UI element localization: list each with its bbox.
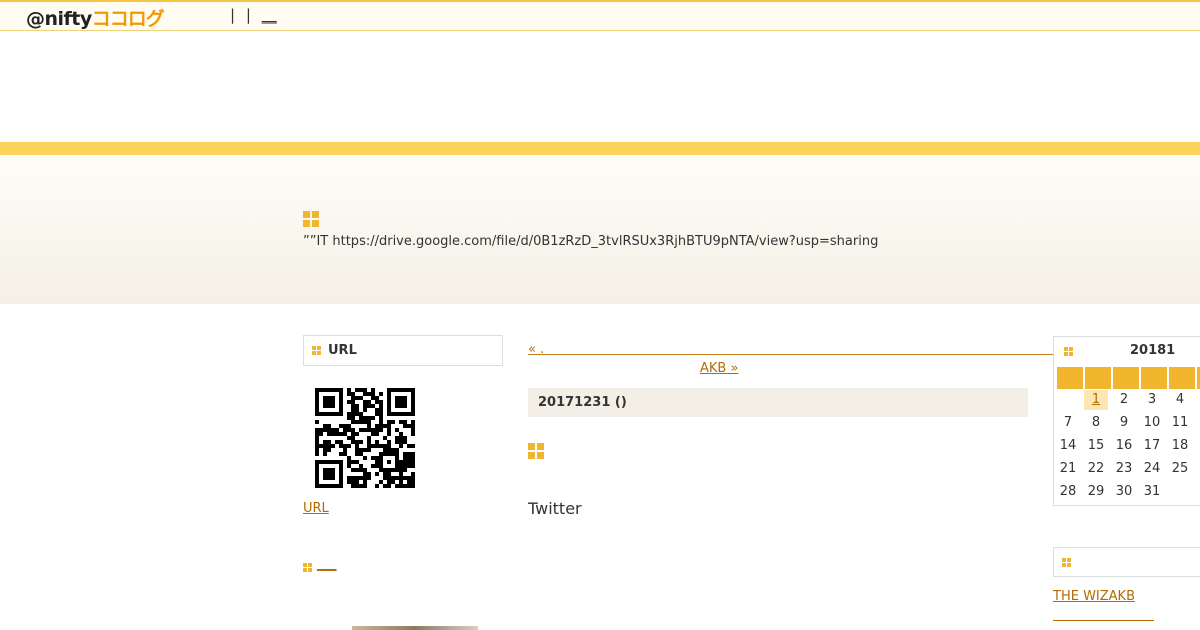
nifty-cocolog-logo[interactable]: @niftyココログ	[26, 4, 165, 30]
calendar-day: 3	[1147, 392, 1157, 407]
calendar-day: 28	[1059, 484, 1077, 499]
weekday-cell	[1057, 367, 1083, 389]
calendar-day[interactable]: 1	[1084, 390, 1108, 410]
sidebar-link[interactable]: ___	[317, 557, 340, 573]
grid-squares-icon	[303, 211, 319, 227]
header-links: | | __	[230, 6, 283, 24]
post-body: Twitter	[528, 499, 582, 518]
url-sidebar-header: URL	[303, 335, 503, 366]
calendar-day: 16	[1115, 438, 1133, 453]
calendar-title: 20181	[1130, 343, 1176, 358]
logo-cocolog: ココログ	[91, 8, 165, 30]
calendar-day: 7	[1063, 415, 1073, 430]
sidebar-image[interactable]	[352, 626, 478, 630]
calendar-day: 4	[1175, 392, 1185, 407]
calendar-day: 22	[1087, 461, 1105, 476]
banner-stripe	[0, 142, 1200, 155]
calendar-day: 18	[1171, 438, 1189, 453]
grid-squares-icon	[312, 346, 321, 355]
calendar-day: 29	[1087, 484, 1105, 499]
calendar-widget: 20181 1 2 3 4 7 8 9 10 11 14 15 16 17 18 21 22 23 24 25 28 2…	[1053, 336, 1200, 506]
nifty-header-bar: @niftyココログ | | __	[0, 0, 1200, 31]
logo-at-nifty: @nifty	[26, 8, 92, 30]
wizakb-link[interactable]: THE WIZAKB	[1053, 589, 1200, 604]
weekday-cell	[1169, 367, 1195, 389]
weekday-cell	[1113, 367, 1139, 389]
grid-squares-icon	[1064, 347, 1073, 356]
blog-description: ””IT https://drive.google.com/file/d/0B1…	[303, 234, 879, 249]
header-separator: |	[245, 6, 251, 24]
calendar-day: 11	[1171, 415, 1189, 430]
calendar-day: 23	[1115, 461, 1133, 476]
blog-banner	[0, 155, 1200, 304]
qr-code	[315, 388, 415, 488]
calendar-day: 17	[1143, 438, 1161, 453]
calendar-weekday-header	[1057, 367, 1200, 389]
grid-squares-icon	[1062, 558, 1071, 567]
calendar-day: 30	[1115, 484, 1133, 499]
calendar-day: 9	[1119, 415, 1129, 430]
link-underline	[1053, 620, 1154, 621]
date-header: 20171231 ()	[528, 388, 1028, 417]
header-link[interactable]: __	[262, 6, 277, 24]
calendar-day: 2	[1119, 392, 1129, 407]
calendar-day: 25	[1171, 461, 1189, 476]
links-sidebar-header	[1053, 547, 1200, 577]
calendar-day: 24	[1143, 461, 1161, 476]
calendar-day: 10	[1143, 415, 1161, 430]
grid-squares-icon	[303, 563, 312, 572]
post-date: 20171231 ()	[538, 395, 627, 410]
calendar-day: 21	[1059, 461, 1077, 476]
url-link[interactable]: URL	[303, 501, 329, 516]
header-separator: |	[230, 6, 236, 24]
calendar-day: 31	[1143, 484, 1161, 499]
calendar-day: 15	[1087, 438, 1105, 453]
next-post-link[interactable]: AKB »	[700, 361, 856, 376]
calendar-day: 8	[1091, 415, 1101, 430]
weekday-cell	[1085, 367, 1111, 389]
sidebar-heading: URL	[328, 343, 357, 358]
grid-squares-icon	[528, 443, 544, 459]
calendar-day: 14	[1059, 438, 1077, 453]
weekday-cell	[1141, 367, 1167, 389]
